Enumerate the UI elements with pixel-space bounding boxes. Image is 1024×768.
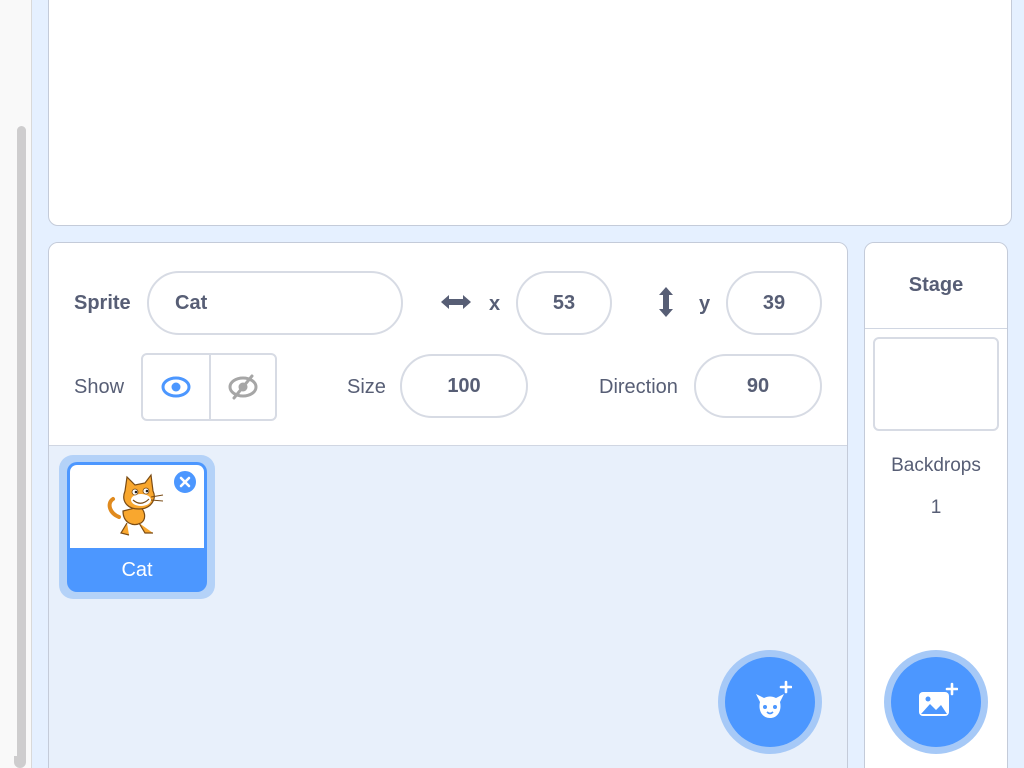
delete-sprite-button[interactable] — [172, 469, 198, 495]
direction-input[interactable]: 90 — [694, 354, 822, 418]
add-backdrop-icon — [919, 682, 958, 716]
stage-thumbnail[interactable] — [873, 337, 999, 431]
add-backdrop-button-inner[interactable] — [891, 657, 981, 747]
direction-label: Direction — [599, 376, 678, 398]
hide-sprite-button[interactable] — [209, 355, 275, 419]
y-position-input[interactable]: 39 — [726, 271, 822, 335]
backdrops-count: 1 — [930, 497, 942, 518]
size-input[interactable]: 100 — [400, 354, 528, 418]
cat-sprite-icon — [107, 472, 164, 536]
close-icon — [179, 476, 191, 488]
scrollbar-thumb[interactable] — [17, 126, 26, 762]
backdrops-label: Backdrops — [891, 455, 981, 476]
size-label: Size — [347, 376, 386, 398]
x-position-input[interactable]: 53 — [516, 271, 612, 335]
show-label: Show — [74, 376, 125, 398]
sprite-pane: Sprite Cat x 53 y 39 Show Size 100 Direc… — [48, 242, 848, 768]
stage-selector[interactable]: Stage Backdrops 1 — [864, 242, 1008, 768]
y-label: y — [699, 293, 711, 315]
add-sprite-icon — [756, 680, 792, 718]
show-sprite-button[interactable] — [143, 355, 209, 419]
block-palette-edge — [0, 0, 32, 768]
stage-canvas[interactable] — [48, 0, 1012, 226]
sprite-info-panel: Sprite Cat x 53 y 39 Show Size 100 Direc… — [49, 243, 847, 446]
scrollbar-end — [14, 756, 26, 768]
stage-header: Stage — [865, 243, 1007, 329]
add-sprite-button-inner[interactable] — [725, 657, 815, 747]
x-label: x — [489, 293, 501, 315]
sprite-tile-selected[interactable]: Cat — [59, 455, 215, 599]
eye-slash-icon — [228, 374, 258, 400]
horizontal-arrows-icon — [441, 295, 471, 309]
sprite-name-input[interactable]: Cat — [147, 271, 403, 335]
vertical-scrollbar[interactable] — [14, 0, 30, 768]
sprite-tile-label: Cat — [121, 558, 153, 581]
eye-icon — [161, 376, 191, 398]
add-sprite-button[interactable] — [718, 650, 822, 754]
add-backdrop-button[interactable] — [884, 650, 988, 754]
visibility-toggle — [141, 353, 277, 421]
vertical-arrows-icon — [659, 287, 673, 317]
sprite-label: Sprite — [74, 292, 131, 314]
